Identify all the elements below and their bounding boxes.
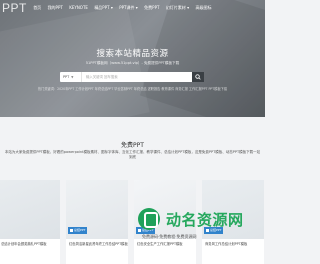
nav-item-premium-icons[interactable]: 高级图标 xyxy=(192,4,214,12)
hero-subtitle: 51PPT模板网（www.51ppt.vip）- 免费提供PPT模板下载 xyxy=(85,61,180,65)
search-button[interactable] xyxy=(192,72,204,82)
search-icon xyxy=(195,74,201,80)
nav-menu: 首页 我的PPT KEYNOTE 精品PPT ▾ PPT课件 ▾ 免费PPT 幻… xyxy=(30,4,215,12)
template-card[interactable]: 总结计划年会颁奖典礼PPT模板 xyxy=(0,180,60,264)
chevron-down-icon: ▼ xyxy=(71,75,74,79)
nav-item-free-ppt[interactable]: 免费PPT xyxy=(141,4,163,12)
watermark-brand: 动名资源网 xyxy=(166,210,244,229)
nav-item-premium-ppt[interactable]: 精品PPT ▾ xyxy=(91,4,116,12)
nav-item-home[interactable]: 首页 xyxy=(30,4,44,12)
search-type-label: PPT xyxy=(63,75,70,79)
watermark: 动名资源网 免费源码·免费教程·免费资源网 xyxy=(138,206,264,258)
category-label: 总结PPT xyxy=(74,228,86,232)
hero-title: 搜索本站精品资源 xyxy=(96,49,169,59)
watermark-logo: 动名资源网 xyxy=(138,206,264,232)
category-tag[interactable]: 总结PPT xyxy=(68,227,88,234)
brand-badge-icon xyxy=(138,208,160,230)
template-title[interactable]: 总结计划年会颁奖典礼PPT模板 xyxy=(0,239,60,249)
search-input[interactable] xyxy=(82,72,192,82)
section-title: 免费PPT xyxy=(121,142,144,149)
search-type-select[interactable]: PPT ▼ xyxy=(60,72,82,82)
template-card[interactable]: 总结PPT 红色简洁新星武贤年终工作总结PPT模板 xyxy=(66,180,128,264)
top-navigation: PPT 首页 我的PPT KEYNOTE 精品PPT ▾ PPT课件 ▾ 免费P… xyxy=(0,0,265,16)
nav-item-keynote[interactable]: KEYNOTE xyxy=(66,4,91,12)
search-bar: PPT ▼ xyxy=(60,72,204,82)
template-title[interactable]: 红色简洁新星武贤年终工作总结PPT模板 xyxy=(66,239,128,249)
hot-keywords: 热门关键词：2020年PPT 工作计划PPT 年终总结PPT 毕业答辩PPT 年… xyxy=(37,87,228,91)
nav-item-ppt-courseware[interactable]: PPT课件 ▾ xyxy=(116,4,141,12)
nav-item-my-ppt[interactable]: 我的PPT xyxy=(44,4,66,12)
nav-item-slide-assets[interactable]: 幻灯片素材 ▾ xyxy=(163,4,193,12)
folder-icon xyxy=(70,228,73,232)
section-description: 本站为大家免费提供PPT模板、好看的powerpoint模板素材、图标字体库、互… xyxy=(4,150,261,160)
watermark-tagline: 免费源码·免费教程·免费资源网 xyxy=(142,234,197,239)
site-logo[interactable]: PPT xyxy=(2,0,27,16)
template-thumbnail[interactable] xyxy=(0,180,60,239)
hero-banner: PPT 首页 我的PPT KEYNOTE 精品PPT ▾ PPT课件 ▾ 免费P… xyxy=(0,0,265,117)
